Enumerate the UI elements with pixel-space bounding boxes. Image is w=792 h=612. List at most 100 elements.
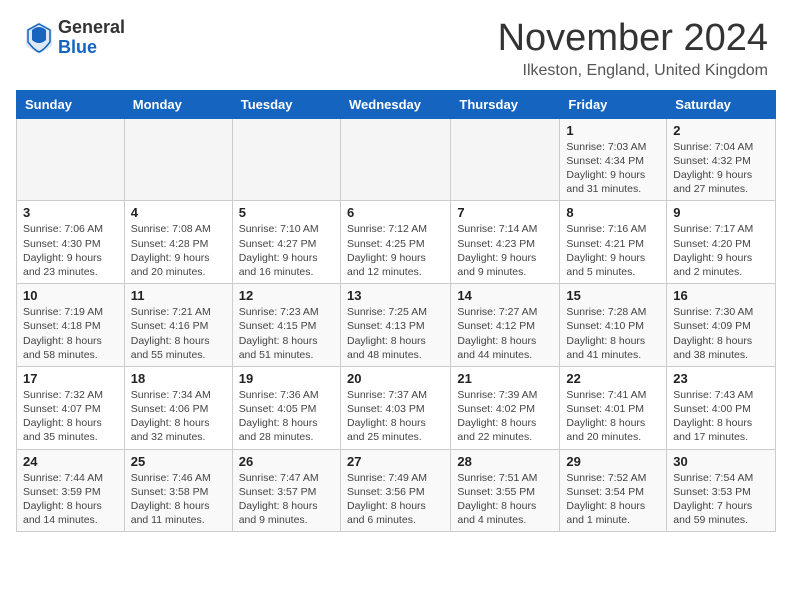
calendar-cell: 5Sunrise: 7:10 AM Sunset: 4:27 PM Daylig… bbox=[232, 201, 340, 284]
day-info: Sunrise: 7:12 AM Sunset: 4:25 PM Dayligh… bbox=[347, 222, 444, 279]
header-sunday: Sunday bbox=[17, 90, 125, 118]
day-number: 14 bbox=[457, 288, 553, 303]
calendar-cell: 7 Sunrise: 7:14 AM Sunset: 4:23 PM Daylig… bbox=[451, 201, 560, 284]
day-info: Sunrise: 7:27 AM Sunset: 4:12 PM Dayligh… bbox=[457, 305, 553, 362]
day-info: Sunrise: 7:41 AM Sunset: 4:01 PM Dayligh… bbox=[566, 388, 660, 445]
calendar-cell: 22 Sunrise: 7:41 AM Sunset: 4:01 PM Dayli… bbox=[560, 366, 667, 449]
calendar-cell: 12 Sunrise: 7:23 AM Sunset: 4:15 PM Dayli… bbox=[232, 284, 340, 367]
day-number: 17 bbox=[23, 371, 118, 386]
day-info: Sunrise: 7:30 AM Sunset: 4:09 PM Dayligh… bbox=[673, 305, 769, 362]
day-number: 11 bbox=[131, 288, 226, 303]
day-info: Sunrise: 7:32 AM Sunset: 4:07 PM Dayligh… bbox=[23, 388, 118, 445]
day-number: 20 bbox=[347, 371, 444, 386]
logo-blue-text: Blue bbox=[58, 38, 125, 58]
day-info: Sunrise: 7:19 AM Sunset: 4:18 PM Dayligh… bbox=[23, 305, 118, 362]
header-friday: Friday bbox=[560, 90, 667, 118]
calendar-cell: 16 Sunrise: 7:30 AM Sunset: 4:09 PM Dayli… bbox=[667, 284, 776, 367]
calendar-cell: 28Sunrise: 7:51 AM Sunset: 3:55 PM Dayli… bbox=[451, 449, 560, 532]
calendar-cell bbox=[232, 118, 340, 201]
calendar-cell: 21 Sunrise: 7:39 AM Sunset: 4:02 PM Dayli… bbox=[451, 366, 560, 449]
calendar-cell bbox=[340, 118, 450, 201]
calendar-week-1: 1 Sunrise: 7:03 AM Sunset: 4:34 PM Daylig… bbox=[17, 118, 776, 201]
day-number: 18 bbox=[131, 371, 226, 386]
day-number: 25 bbox=[131, 454, 226, 469]
day-info: Sunrise: 7:17 AM Sunset: 4:20 PM Dayligh… bbox=[673, 222, 769, 279]
day-number: 29 bbox=[566, 454, 660, 469]
day-info: Sunrise: 7:28 AM Sunset: 4:10 PM Dayligh… bbox=[566, 305, 660, 362]
calendar-cell: 26Sunrise: 7:47 AM Sunset: 3:57 PM Dayli… bbox=[232, 449, 340, 532]
day-number: 27 bbox=[347, 454, 444, 469]
calendar-cell: 4 Sunrise: 7:08 AM Sunset: 4:28 PM Daylig… bbox=[124, 201, 232, 284]
logo: General Blue bbox=[24, 18, 125, 58]
calendar-cell: 18 Sunrise: 7:34 AM Sunset: 4:06 PM Dayli… bbox=[124, 366, 232, 449]
month-title: November 2024 bbox=[498, 18, 768, 60]
calendar-cell: 30 Sunrise: 7:54 AM Sunset: 3:53 PM Dayli… bbox=[667, 449, 776, 532]
calendar-cell: 25 Sunrise: 7:46 AM Sunset: 3:58 PM Dayli… bbox=[124, 449, 232, 532]
day-number: 4 bbox=[131, 205, 226, 220]
day-number: 23 bbox=[673, 371, 769, 386]
day-info: Sunrise: 7:06 AM Sunset: 4:30 PM Dayligh… bbox=[23, 222, 118, 279]
calendar-cell: 29 Sunrise: 7:52 AM Sunset: 3:54 PM Dayli… bbox=[560, 449, 667, 532]
day-number: 12 bbox=[239, 288, 334, 303]
logo-icon bbox=[24, 20, 54, 56]
day-info: Sunrise: 7:14 AM Sunset: 4:23 PM Dayligh… bbox=[457, 222, 553, 279]
day-number: 2 bbox=[673, 123, 769, 138]
calendar-cell: 11Sunrise: 7:21 AM Sunset: 4:16 PM Dayli… bbox=[124, 284, 232, 367]
day-info: Sunrise: 7:37 AM Sunset: 4:03 PM Dayligh… bbox=[347, 388, 444, 445]
day-info: Sunrise: 7:08 AM Sunset: 4:28 PM Dayligh… bbox=[131, 222, 226, 279]
calendar-cell: 19 Sunrise: 7:36 AM Sunset: 4:05 PM Dayli… bbox=[232, 366, 340, 449]
calendar-cell: 27Sunrise: 7:49 AM Sunset: 3:56 PM Dayli… bbox=[340, 449, 450, 532]
day-info: Sunrise: 7:23 AM Sunset: 4:15 PM Dayligh… bbox=[239, 305, 334, 362]
location: Ilkeston, England, United Kingdom bbox=[498, 62, 768, 80]
calendar-week-4: 17 Sunrise: 7:32 AM Sunset: 4:07 PM Dayli… bbox=[17, 366, 776, 449]
day-info: Sunrise: 7:04 AM Sunset: 4:32 PM Dayligh… bbox=[673, 140, 769, 197]
day-number: 24 bbox=[23, 454, 118, 469]
header-thursday: Thursday bbox=[451, 90, 560, 118]
calendar-cell: 15 Sunrise: 7:28 AM Sunset: 4:10 PM Dayli… bbox=[560, 284, 667, 367]
header-tuesday: Tuesday bbox=[232, 90, 340, 118]
day-info: Sunrise: 7:25 AM Sunset: 4:13 PM Dayligh… bbox=[347, 305, 444, 362]
logo-general-text: General bbox=[58, 18, 125, 38]
calendar-cell: 10 Sunrise: 7:19 AM Sunset: 4:18 PM Dayli… bbox=[17, 284, 125, 367]
header-saturday: Saturday bbox=[667, 90, 776, 118]
calendar-cell: 14 Sunrise: 7:27 AM Sunset: 4:12 PM Dayli… bbox=[451, 284, 560, 367]
day-number: 9 bbox=[673, 205, 769, 220]
day-number: 16 bbox=[673, 288, 769, 303]
day-info: Sunrise: 7:46 AM Sunset: 3:58 PM Dayligh… bbox=[131, 471, 226, 528]
day-number: 10 bbox=[23, 288, 118, 303]
day-info: Sunrise: 7:10 AM Sunset: 4:27 PM Dayligh… bbox=[239, 222, 334, 279]
calendar-cell: 1 Sunrise: 7:03 AM Sunset: 4:34 PM Daylig… bbox=[560, 118, 667, 201]
calendar-cell: 20 Sunrise: 7:37 AM Sunset: 4:03 PM Dayli… bbox=[340, 366, 450, 449]
day-info: Sunrise: 7:03 AM Sunset: 4:34 PM Dayligh… bbox=[566, 140, 660, 197]
day-info: Sunrise: 7:43 AM Sunset: 4:00 PM Dayligh… bbox=[673, 388, 769, 445]
day-info: Sunrise: 7:44 AM Sunset: 3:59 PM Dayligh… bbox=[23, 471, 118, 528]
day-number: 21 bbox=[457, 371, 553, 386]
day-info: Sunrise: 7:54 AM Sunset: 3:53 PM Dayligh… bbox=[673, 471, 769, 528]
day-info: Sunrise: 7:36 AM Sunset: 4:05 PM Dayligh… bbox=[239, 388, 334, 445]
day-info: Sunrise: 7:47 AM Sunset: 3:57 PM Dayligh… bbox=[239, 471, 334, 528]
day-info: Sunrise: 7:52 AM Sunset: 3:54 PM Dayligh… bbox=[566, 471, 660, 528]
calendar-cell: 13Sunrise: 7:25 AM Sunset: 4:13 PM Dayli… bbox=[340, 284, 450, 367]
day-number: 28 bbox=[457, 454, 553, 469]
day-info: Sunrise: 7:34 AM Sunset: 4:06 PM Dayligh… bbox=[131, 388, 226, 445]
day-number: 19 bbox=[239, 371, 334, 386]
calendar-cell: 24 Sunrise: 7:44 AM Sunset: 3:59 PM Dayli… bbox=[17, 449, 125, 532]
day-number: 15 bbox=[566, 288, 660, 303]
day-info: Sunrise: 7:39 AM Sunset: 4:02 PM Dayligh… bbox=[457, 388, 553, 445]
calendar-cell: 2 Sunrise: 7:04 AM Sunset: 4:32 PM Daylig… bbox=[667, 118, 776, 201]
calendar-cell: 8Sunrise: 7:16 AM Sunset: 4:21 PM Daylig… bbox=[560, 201, 667, 284]
title-area: November 2024 Ilkeston, England, United … bbox=[498, 18, 768, 80]
day-number: 1 bbox=[566, 123, 660, 138]
header-wednesday: Wednesday bbox=[340, 90, 450, 118]
calendar-week-5: 24 Sunrise: 7:44 AM Sunset: 3:59 PM Dayli… bbox=[17, 449, 776, 532]
header-monday: Monday bbox=[124, 90, 232, 118]
calendar-cell bbox=[17, 118, 125, 201]
calendar-cell bbox=[451, 118, 560, 201]
logo-text: General Blue bbox=[58, 18, 125, 58]
calendar-header-row: Sunday Monday Tuesday Wednesday Thursday… bbox=[17, 90, 776, 118]
day-number: 7 bbox=[457, 205, 553, 220]
day-number: 22 bbox=[566, 371, 660, 386]
calendar-cell: 3Sunrise: 7:06 AM Sunset: 4:30 PM Daylig… bbox=[17, 201, 125, 284]
calendar-cell bbox=[124, 118, 232, 201]
day-number: 30 bbox=[673, 454, 769, 469]
